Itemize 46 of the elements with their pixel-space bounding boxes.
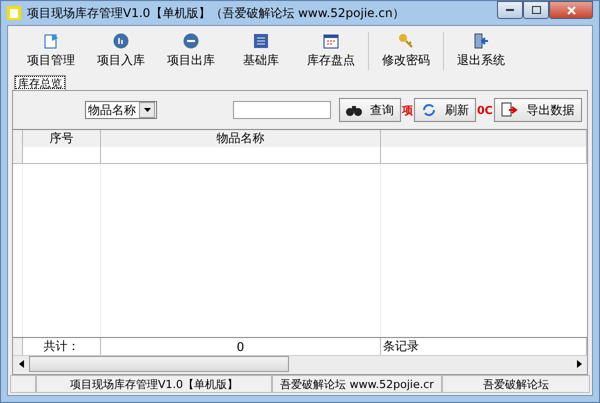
column-header[interactable]: 序号 [23,130,101,147]
toolbar-button[interactable]: 退出系统 [446,28,516,74]
clipped-label: 项 [401,102,414,118]
exit-door-icon [473,33,489,49]
status-text: 项目现场库存管理V1.0【单机版】 [36,375,272,393]
toolbar-button[interactable]: 修改密码 [371,28,441,74]
record-unit: 条记录 [381,338,587,355]
toolbar-button[interactable]: 项目入库 [86,28,156,74]
toolbar-button[interactable]: 项目管理 [16,28,86,74]
tab[interactable]: 库存总览 [14,75,66,90]
refresh-icon [421,102,437,118]
export-button[interactable]: 导出数据 [494,98,582,122]
status-text: 吾爱破解论坛 www.52pojie.cr [272,375,442,393]
maximize-button[interactable] [523,1,549,19]
scroll-left-icon[interactable] [18,360,24,368]
circle-badge-icon [183,33,199,49]
search-field[interactable] [233,101,331,119]
calendar-icon [323,33,339,49]
refresh-button[interactable]: 刷新 [414,98,476,122]
minimize-button[interactable] [497,1,523,19]
minimize-icon [506,8,514,12]
total-count: 0 [101,338,381,355]
app-icon [7,6,21,20]
toolbar-button[interactable]: 库存盘点 [296,28,366,74]
total-label: 共计： [23,338,101,355]
search-button[interactable]: 查询 [339,98,401,122]
field-dropdown[interactable]: 物品名称 [85,101,157,119]
export-icon [500,102,519,118]
maximize-icon [532,6,540,14]
clipped-label: 0C [476,104,494,116]
document-icon [43,33,59,49]
close-icon [566,6,576,14]
toolbar-button[interactable]: 项目出库 [156,28,226,74]
window-title: 项目现场库存管理V1.0【单机版】（吾爱破解论坛 www.52pojie.cn） [27,4,406,22]
close-button[interactable] [549,1,593,19]
key-icon [398,33,414,49]
dropdown-arrow-icon [144,108,150,112]
column-header[interactable]: 物品名称 [101,130,381,147]
list-icon [253,33,269,49]
circle-badge-icon [113,33,129,49]
scroll-right-icon[interactable] [576,360,582,368]
horizontal-scrollbar[interactable] [13,355,587,372]
binoculars-icon [346,103,362,117]
toolbar-button[interactable]: 基础库 [226,28,296,74]
status-panel [10,375,36,393]
status-text: 吾爱破解论坛 [442,375,590,393]
